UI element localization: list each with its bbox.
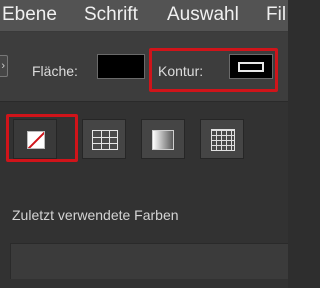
gradient-icon — [152, 130, 174, 150]
stroke-label: Kontur: — [158, 63, 204, 79]
menu-filter[interactable]: Fil — [266, 3, 286, 27]
recent-colors-strip[interactable] — [10, 243, 288, 279]
color-groups-button[interactable] — [82, 119, 126, 159]
options-bar: › Fläche: Kontur: — [0, 32, 288, 102]
options-dropdown[interactable]: › — [0, 55, 8, 77]
swatch-panel: Zuletzt verwendete Farben — [0, 103, 288, 288]
chevron-right-icon: › — [1, 60, 5, 72]
fill-color-swatch[interactable] — [97, 54, 145, 79]
stroke-color-swatch[interactable] — [229, 54, 273, 79]
menu-bar: Ebene Schrift Auswahl Fil — [0, 0, 288, 32]
pattern-button[interactable] — [200, 119, 244, 159]
grid-icon — [92, 130, 118, 150]
menu-ebene[interactable]: Ebene — [2, 3, 57, 27]
recent-colors-label: Zuletzt verwendete Farben — [12, 207, 179, 223]
app-window: Ebene Schrift Auswahl Fil › Fläche: Kont… — [0, 0, 288, 288]
fill-label: Fläche: — [32, 63, 78, 79]
gradient-button[interactable] — [141, 119, 185, 159]
none-highlight-box — [6, 114, 78, 162]
stroke-outline-icon — [238, 62, 264, 72]
menu-auswahl[interactable]: Auswahl — [167, 3, 239, 27]
menu-schrift[interactable]: Schrift — [84, 3, 138, 27]
pattern-icon — [211, 129, 235, 151]
